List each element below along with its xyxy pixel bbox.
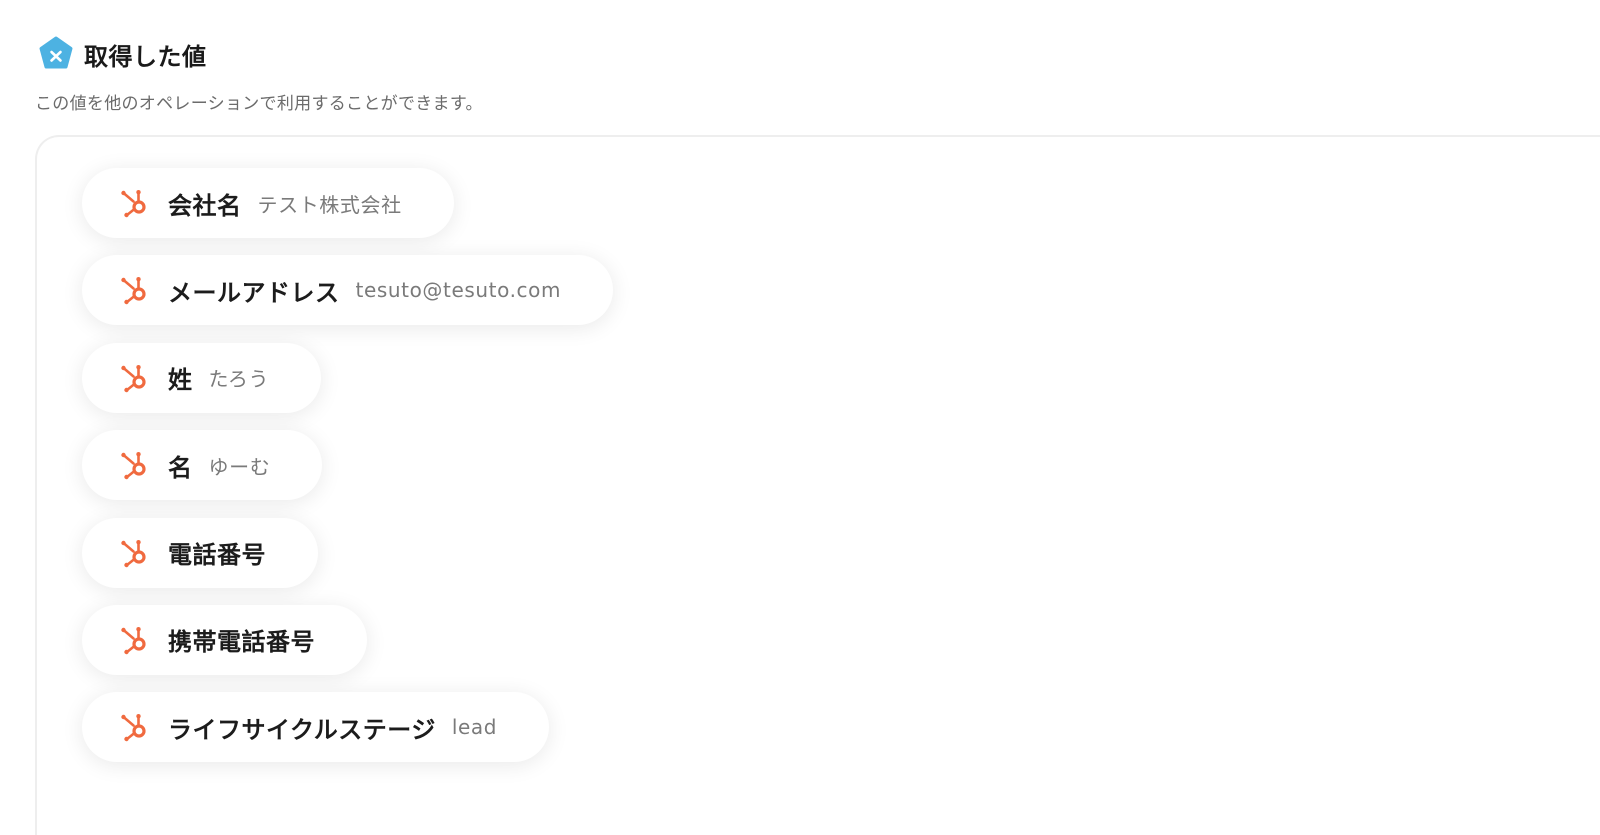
hubspot-icon — [121, 190, 146, 218]
field-label: 携帯電話番号 — [168, 628, 315, 657]
section-header: 取得した値 — [38, 36, 207, 72]
field-chip-company-name[interactable]: 会社名 テスト株式会社 — [82, 168, 454, 238]
field-chip-mobile-phone[interactable]: 携帯電話番号 — [82, 604, 367, 675]
field-value: ゆーむ — [208, 454, 271, 479]
field-chip-first-name[interactable]: 名 ゆーむ — [82, 430, 323, 501]
field-value: テスト株式会社 — [257, 192, 402, 217]
section-description: この値を他のオペレーションで利用することができます。 — [35, 94, 483, 114]
field-label: 姓 — [168, 366, 193, 395]
field-label: 会社名 — [168, 191, 242, 220]
section-title: 取得した値 — [84, 42, 207, 71]
field-label: メールアドレス — [168, 278, 340, 307]
field-label: 名 — [168, 453, 193, 482]
field-value: lead — [451, 715, 498, 740]
hubspot-icon — [121, 277, 146, 305]
field-chip-lifecycle-stage[interactable]: ライフサイクルステージ lead — [82, 692, 550, 763]
field-label: 電話番号 — [168, 541, 266, 570]
hubspot-icon — [121, 714, 146, 742]
variable-x-icon — [39, 36, 73, 69]
hubspot-icon — [121, 452, 146, 480]
field-chip-last-name[interactable]: 姓 たろう — [82, 342, 322, 413]
field-label: ライフサイクルステージ — [168, 715, 436, 744]
field-value: tesuto@tesuto.com — [355, 278, 562, 303]
field-chip-phone[interactable]: 電話番号 — [82, 517, 318, 588]
field-value: たろう — [208, 367, 270, 392]
field-chip-email[interactable]: メールアドレス tesuto@tesuto.com — [82, 255, 614, 326]
hubspot-icon — [121, 364, 146, 392]
hubspot-icon — [121, 539, 146, 567]
hubspot-icon — [121, 626, 146, 655]
field-chip-list: 会社名 テスト株式会社 メールアドレス tesuto@tesuto.com 姓 … — [82, 168, 614, 780]
